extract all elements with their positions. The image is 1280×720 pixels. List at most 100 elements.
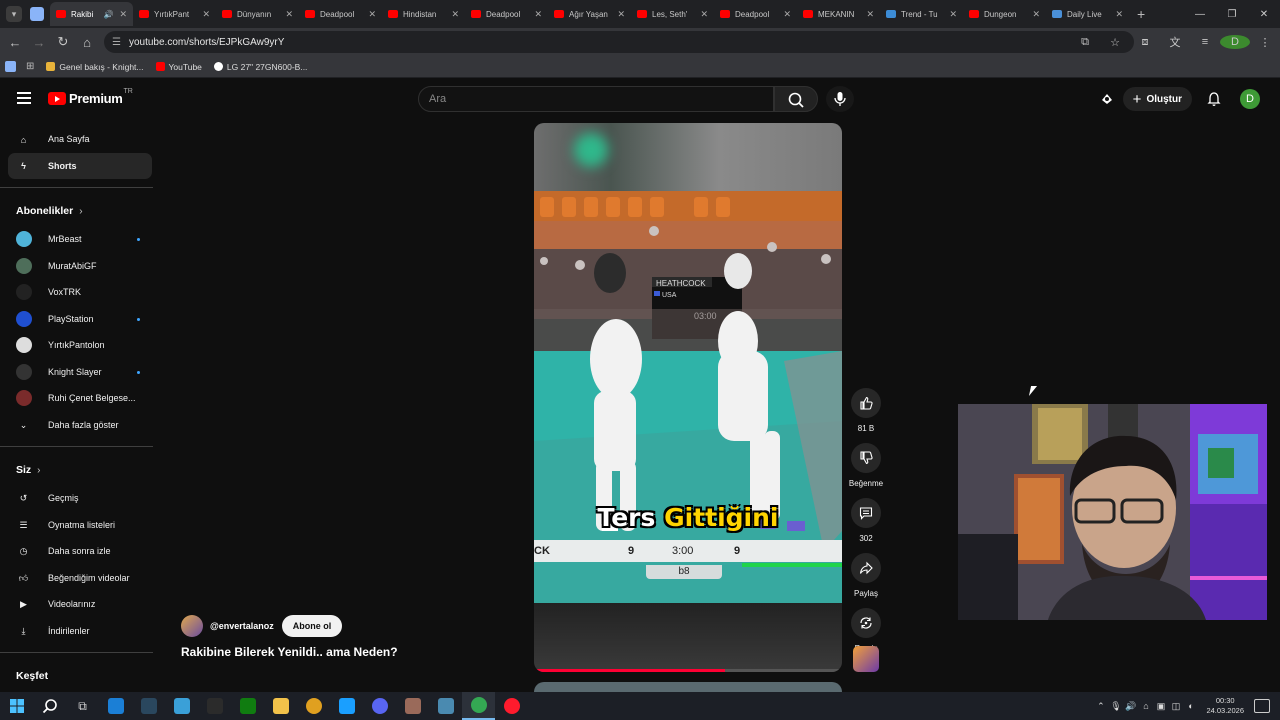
youtube-premium-logo[interactable]: Premium TR <box>48 88 133 106</box>
close-tab-icon[interactable]: ✕ <box>368 9 376 20</box>
show-more-button[interactable]: ⌄ Daha fazla göster <box>8 412 152 439</box>
taskbar-app-chrome-active[interactable] <box>462 692 495 720</box>
taskbar-clock[interactable]: 00:30 24.03.2026 <box>1206 696 1244 716</box>
account-avatar[interactable]: D <box>1240 89 1260 109</box>
bookmark-item[interactable]: YouTube <box>155 62 202 72</box>
sidebar-toggle-icon[interactable] <box>5 61 16 72</box>
remix-button[interactable] <box>851 608 881 638</box>
minimize-icon[interactable]: — <box>1184 9 1216 20</box>
taskbar-app-opera[interactable] <box>495 692 528 720</box>
close-tab-icon[interactable]: ✕ <box>202 9 210 20</box>
omnibox[interactable]: ☰ youtube.com/shorts/EJPkGAw9yrY <box>104 31 1134 53</box>
shorts-player[interactable]: HEATHCOCK USA 03:00 <box>534 123 842 672</box>
taskbar-app-epic-games[interactable] <box>198 692 231 720</box>
subscription-channel[interactable]: VoxTRK <box>8 279 152 306</box>
sidebar-item-playlists[interactable]: ☰ Oynatma listeleri <box>8 512 152 539</box>
taskbar-app-game[interactable] <box>396 692 429 720</box>
network-icon[interactable]: ⌂ <box>1138 701 1153 711</box>
browser-tab[interactable]: Deadpool ✕ <box>299 2 382 26</box>
close-tab-icon[interactable]: ✕ <box>617 9 625 20</box>
sidebar-item-watch-later[interactable]: ◷ Daha sonra izle <box>8 538 152 565</box>
like-button[interactable] <box>851 388 881 418</box>
extensions-icon[interactable]: ⧈ <box>1130 36 1160 49</box>
translate-icon[interactable]: 文 <box>1160 34 1190 50</box>
close-tab-icon[interactable]: ✕ <box>1032 9 1040 20</box>
premium-extension-icon[interactable] <box>1099 91 1115 107</box>
tray-overflow-icon[interactable]: ⌃ <box>1093 701 1108 712</box>
audio-playing-icon[interactable]: 🔊 <box>103 10 113 19</box>
close-tab-icon[interactable]: ✕ <box>949 9 957 20</box>
taskbar-app-file-explorer[interactable] <box>264 692 297 720</box>
tray-app-icon-3[interactable]: ◐ <box>1183 701 1198 711</box>
taskbar-app-steam-client[interactable] <box>132 692 165 720</box>
sidebar-item-liked[interactable]: 👍︎ Beğendiğim videolar <box>8 565 152 592</box>
back-icon[interactable]: ← <box>3 35 27 50</box>
close-tab-icon[interactable]: ✕ <box>1115 9 1123 20</box>
subscription-channel[interactable]: Ruhi Çenet Belgese... <box>8 385 152 412</box>
close-tab-icon[interactable]: ✕ <box>534 9 542 20</box>
channel-avatar[interactable] <box>181 615 203 637</box>
notification-center-icon[interactable] <box>1254 699 1270 713</box>
browser-tab[interactable]: Les, Seth' ✕ <box>631 2 714 26</box>
channel-handle[interactable]: @envertalanoz <box>210 621 274 631</box>
video-progress-bar[interactable] <box>534 669 842 672</box>
subscribe-button[interactable]: Abone ol <box>281 615 343 637</box>
close-tab-icon[interactable]: ✕ <box>285 9 293 20</box>
start-button[interactable] <box>0 692 33 720</box>
search-input[interactable]: Ara <box>418 86 774 112</box>
sidebar-item-history[interactable]: ↺ Geçmiş <box>8 485 152 512</box>
new-tab-button[interactable]: + <box>1137 6 1145 22</box>
notifications-bell-icon[interactable] <box>1206 91 1222 107</box>
apps-grid-icon[interactable]: ⊞ <box>26 61 34 72</box>
subscription-channel[interactable]: PlayStation <box>8 306 152 333</box>
close-tab-icon[interactable]: ✕ <box>700 9 708 20</box>
profile-button[interactable]: D <box>1220 35 1250 49</box>
microphone-tray-icon[interactable]: 🎙 <box>1108 701 1123 712</box>
browser-tab[interactable]: Rakibi 🔊 ✕ <box>50 2 133 26</box>
pinned-tab[interactable] <box>30 7 44 21</box>
bookmark-item[interactable]: LG 27" 27GN600-B... <box>213 62 307 72</box>
subscription-channel[interactable]: MrBeast <box>8 226 152 253</box>
browser-tab[interactable]: Ağır Yaşan ✕ <box>548 2 631 26</box>
tray-app-icon-2[interactable]: ◫ <box>1168 701 1183 712</box>
browser-tab[interactable]: Dünyanın ✕ <box>216 2 299 26</box>
taskbar-app-editor[interactable] <box>429 692 462 720</box>
sidebar-item-shorts[interactable]: ϟ Shorts <box>8 152 152 179</box>
taskbar-app-store[interactable] <box>165 692 198 720</box>
close-window-icon[interactable]: ✕ <box>1248 9 1280 20</box>
browser-tab[interactable]: Daily Live ✕ <box>1046 2 1129 26</box>
close-tab-icon[interactable]: ✕ <box>119 9 127 20</box>
browser-tab[interactable]: MEKANIN ✕ <box>797 2 880 26</box>
browser-tab[interactable]: Deadpool ✕ <box>714 2 797 26</box>
subscriptions-heading[interactable]: Abonelikler › <box>0 196 153 226</box>
forward-icon[interactable]: → <box>27 35 51 50</box>
bookmark-star-icon[interactable]: ☆ <box>1100 36 1130 49</box>
search-button[interactable] <box>774 86 818 112</box>
short-title[interactable]: Rakibine Bilerek Yenildi.. ama Neden? <box>181 645 398 659</box>
voice-search-button[interactable] <box>826 86 854 112</box>
you-heading[interactable]: Siz › <box>0 455 153 485</box>
browser-tab[interactable]: Dungeon ✕ <box>963 2 1046 26</box>
home-icon[interactable]: ⌂ <box>75 35 99 50</box>
sound-channel-thumbnail[interactable] <box>853 646 879 672</box>
task-view-button[interactable]: ⧉ <box>66 692 99 720</box>
taskbar-app-chrome[interactable] <box>297 692 330 720</box>
subscription-channel[interactable]: MuratAbiGF <box>8 253 152 280</box>
taskbar-app-edge[interactable] <box>99 692 132 720</box>
share-button[interactable] <box>851 553 881 583</box>
taskbar-app-xbox[interactable] <box>231 692 264 720</box>
close-tab-icon[interactable]: ✕ <box>866 9 874 20</box>
install-app-icon[interactable]: ⧉ <box>1070 36 1100 49</box>
browser-tab[interactable]: Deadpool ✕ <box>465 2 548 26</box>
sidebar-item-home[interactable]: ⌂ Ana Sayfa <box>8 126 152 153</box>
tab-search-button[interactable]: ▾ <box>6 6 22 22</box>
subscription-channel[interactable]: YırtıkPantolon <box>8 332 152 359</box>
browser-tab[interactable]: Trend - Tu ✕ <box>880 2 963 26</box>
close-tab-icon[interactable]: ✕ <box>451 9 459 20</box>
sidebar-item-your-videos[interactable]: ▶ Videolarınız <box>8 591 152 618</box>
bookmark-item[interactable]: Genel bakış - Knight... <box>46 62 144 72</box>
tray-app-icon[interactable]: ▣ <box>1153 701 1168 712</box>
subscription-channel[interactable]: Knight Slayer <box>8 359 152 386</box>
browser-menu-icon[interactable]: ⋮ <box>1250 36 1280 49</box>
taskbar-search-button[interactable] <box>33 692 66 720</box>
